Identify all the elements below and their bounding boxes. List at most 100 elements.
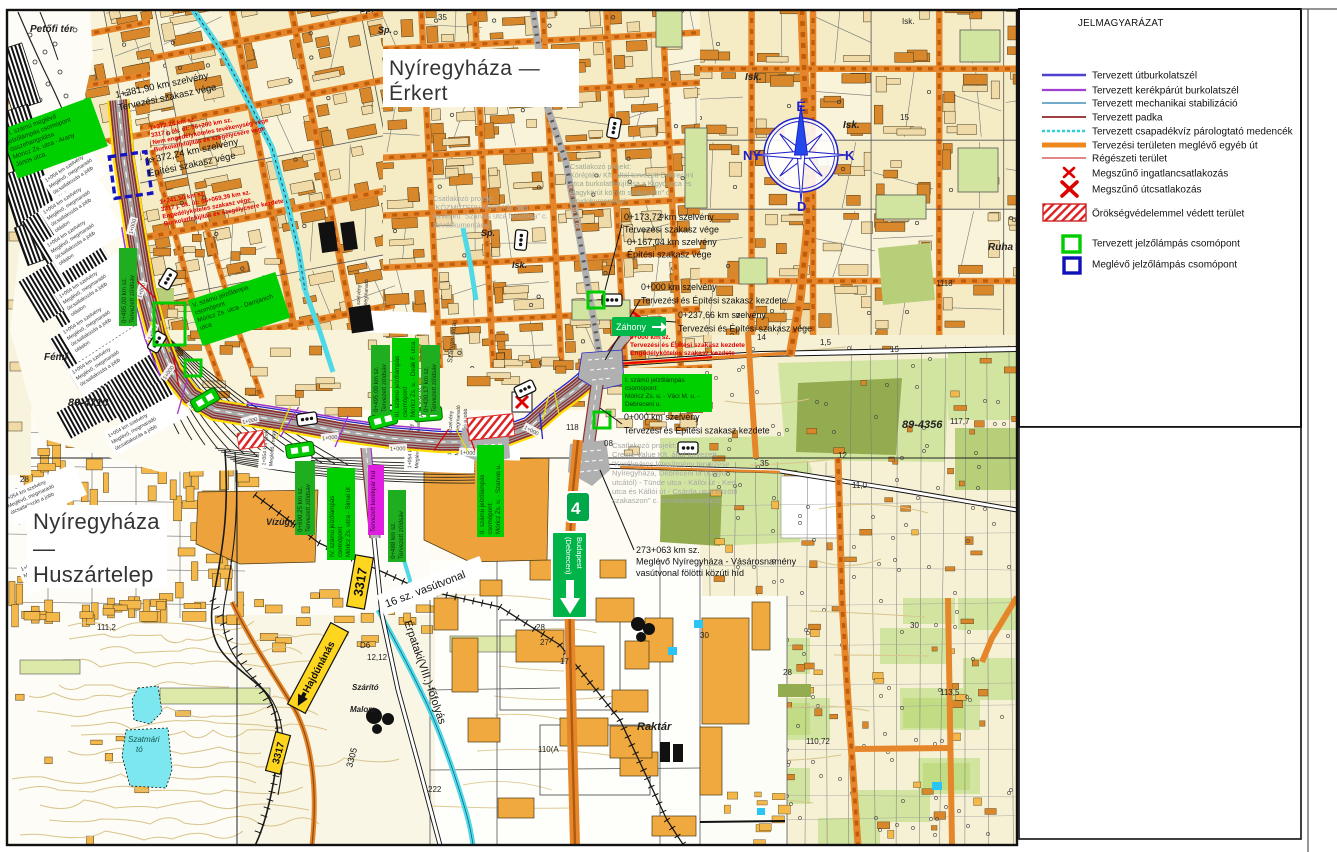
- svg-text:Tervezett kerékpár híd: Tervezett kerékpár híd: [370, 470, 377, 532]
- svg-text:Szárító: Szárító: [352, 683, 379, 692]
- svg-text:JELMAGYARÁZAT: JELMAGYARÁZAT: [1078, 18, 1164, 29]
- svg-text:0+430,17 km sz.: 0+430,17 km sz.: [423, 366, 430, 412]
- svg-text:Megszűnő ingatlancsatlakozás: Megszűnő ingatlancsatlakozás: [1092, 169, 1228, 180]
- svg-text:15: 15: [900, 113, 909, 122]
- svg-text:12,12: 12,12: [367, 653, 388, 662]
- svg-text:Engedélyköteles szakasz kezdet: Engedélyköteles szakasz kezdete: [630, 350, 735, 357]
- svg-text:Isk.: Isk.: [512, 260, 527, 270]
- svg-text:Raktár: Raktár: [637, 721, 672, 733]
- svg-text:12: 12: [838, 451, 847, 460]
- svg-text:Malom: Malom: [350, 705, 375, 714]
- svg-text:Tervezési területen meglévő eg: Tervezési területen meglévő egyéb út: [1092, 141, 1258, 152]
- svg-text:II. számú jelzőlámpás: II. számú jelzőlámpás: [479, 475, 486, 535]
- svg-text:Tervezett zöldsáv: Tervezett zöldsáv: [398, 510, 405, 559]
- svg-text:1118: 1118: [936, 279, 953, 288]
- svg-text:K: K: [845, 148, 855, 163]
- svg-text:0+000 km szelvény: 0+000 km szelvény: [624, 412, 700, 422]
- svg-text:110(A: 110(A: [538, 745, 559, 754]
- svg-text:"KÖZMŰTERV-M'93" Kft. által: "KÖZMŰTERV-M'93" Kft. által: [433, 203, 529, 212]
- svg-text:Tervezett útburkolatszél: Tervezett útburkolatszél: [1092, 71, 1197, 82]
- svg-text:110,72: 110,72: [806, 737, 830, 746]
- svg-text:118: 118: [566, 423, 579, 432]
- svg-text:28: 28: [536, 623, 545, 632]
- svg-text:csomópont:: csomópont:: [487, 502, 494, 534]
- svg-text:Örökségvédelemmel védett terül: Örökségvédelemmel védett terület: [1092, 208, 1245, 220]
- svg-text:szakaszon" c. tervdokumentáció: szakaszon" c. tervdokumentáció: [612, 496, 721, 505]
- svg-text:D: D: [797, 199, 806, 214]
- svg-text:Tervezési és Építési szakasz k: Tervezési és Építési szakasz kezdete: [624, 426, 770, 436]
- svg-text:D6: D6: [360, 641, 371, 650]
- svg-text:0+000 km szelvény: 0+000 km szelvény: [641, 282, 717, 292]
- svg-text:113,5: 113,5: [940, 688, 960, 697]
- svg-text:89-4710: 89-4710: [68, 397, 109, 409]
- svg-text:Create Value Kft. által tervez: Create Value Kft. által tervezett: [612, 450, 717, 459]
- svg-text:I. számú jelzőlámpás: I. számú jelzőlámpás: [625, 377, 685, 384]
- svg-text:30: 30: [700, 631, 709, 640]
- svg-text:IV. számú jelzőlámpás: IV. számú jelzőlámpás: [329, 496, 336, 557]
- svg-text:0+488 km sz.: 0+488 km sz.: [390, 522, 397, 559]
- svg-text:35: 35: [438, 13, 447, 22]
- svg-text:tervezett "Szarvas utca felújí: tervezett "Szarvas utca felújítása" c.: [433, 212, 548, 221]
- svg-text:0+237,66 km szelvény: 0+237,66 km szelvény: [678, 310, 766, 320]
- svg-text:Nyíregyháza, Debreceni út (Kíg: Nyíregyháza, Debreceni út (Kígyó: [612, 469, 726, 478]
- svg-text:Tervezett zöldsáv: Tervezett zöldsáv: [129, 274, 136, 323]
- svg-text:Megszűnő útcsatlakozás: Megszűnő útcsatlakozás: [1092, 185, 1202, 196]
- svg-text:11,0: 11,0: [852, 481, 868, 490]
- svg-text:89-4356: 89-4356: [902, 419, 943, 431]
- svg-text:Móricz Zs. u. - Szarvas u.: Móricz Zs. u. - Szarvas u.: [495, 464, 502, 534]
- svg-text:Csatlakozó projekt:: Csatlakozó projekt:: [612, 441, 677, 450]
- svg-text:Tervezett jelzőlámpás csomópon: Tervezett jelzőlámpás csomópont: [1092, 239, 1240, 250]
- svg-text:222: 222: [428, 785, 442, 794]
- svg-text:1+000: 1+000: [390, 446, 406, 453]
- svg-text:Tervezett kerékpárút burkolats: Tervezett kerékpárút burkolatszél: [1092, 86, 1239, 97]
- svg-text:35: 35: [760, 459, 769, 468]
- svg-text:Tervezési és Építési szakasz v: Tervezési és Építési szakasz vége: [678, 324, 812, 334]
- svg-text:Móricz Zs. u. - Deák F. utca: Móricz Zs. u. - Deák F. utca: [410, 341, 417, 417]
- svg-text:Nyíregyháza —: Nyíregyháza —: [389, 57, 540, 80]
- svg-text:Tervezett zöldsáv: Tervezett zöldsáv: [305, 483, 312, 532]
- svg-text:Móricz Zs. utca - Simai út: Móricz Zs. utca - Simai út: [345, 487, 352, 557]
- svg-text:Isk.: Isk.: [902, 17, 914, 26]
- svg-text:Meglévő Nyíregyháza - Vásárosn: Meglévő Nyíregyháza - Vásárosnamény: [636, 557, 797, 567]
- svg-text:csomópont: csomópont: [402, 386, 409, 417]
- svg-text:Tervezett mechanikai stabilizá: Tervezett mechanikai stabilizáció: [1092, 99, 1238, 110]
- svg-text:Régészeti terület: Régészeti terület: [1092, 154, 1167, 165]
- svg-text:28: 28: [20, 475, 29, 484]
- svg-text:30: 30: [910, 621, 919, 630]
- svg-text:Sp.: Sp.: [481, 228, 495, 238]
- svg-text:Vízügy.: Vízügy.: [266, 517, 297, 527]
- svg-text:III. számú jelzőlámpás: III. számú jelzőlámpás: [394, 356, 401, 417]
- svg-text:Fémf.: Fémf.: [44, 352, 71, 363]
- svg-text:"Kerékpáros létesítmény tervez: "Kerékpáros létesítmény tervezése: [612, 459, 730, 468]
- svg-text:15: 15: [890, 345, 899, 354]
- svg-text:28: 28: [783, 668, 792, 677]
- svg-text:NY: NY: [743, 148, 761, 163]
- svg-text:0+173,72 km szelvény: 0+173,72 km szelvény: [624, 212, 714, 222]
- svg-text:Budapest: Budapest: [575, 537, 584, 570]
- svg-text:Debreceni u.: Debreceni u.: [625, 401, 661, 408]
- svg-text:tervdokumentáció: tervdokumentáció: [570, 196, 627, 205]
- svg-text:vasútvonal fölötti közúti híd: vasútvonal fölötti közúti híd: [636, 568, 744, 578]
- svg-text:Huszártelep: Huszártelep: [33, 562, 154, 587]
- svg-text:0+495,00 km sz.: 0+495,00 km sz.: [121, 277, 128, 323]
- svg-text:Sp.: Sp.: [378, 25, 392, 35]
- svg-text:utcától) - Tünde utca - Kállói: utcától) - Tünde utca - Kállói út - Kert: [612, 478, 737, 487]
- svg-text:14: 14: [757, 333, 766, 342]
- svg-text:É: É: [796, 98, 805, 114]
- svg-text:273+063 km sz.: 273+063 km sz.: [636, 545, 700, 555]
- svg-text:17: 17: [560, 657, 569, 666]
- svg-text:Tervezett csapadékvíz párologt: Tervezett csapadékvíz párologtató medenc…: [1092, 127, 1294, 138]
- svg-text:Szatmári: Szatmári: [128, 735, 160, 744]
- svg-text:Isk.: Isk.: [745, 72, 762, 83]
- svg-text:Tervezési és Építési szakasz k: Tervezési és Építési szakasz kezdete: [630, 340, 745, 349]
- svg-text:Móricz Zs. u. - Váci M. u. -: Móricz Zs. u. - Váci M. u. -: [625, 393, 700, 400]
- svg-text:0+690,25 km sz.: 0+690,25 km sz.: [297, 486, 304, 532]
- svg-text:utca és Kállói út - Csárda utc: utca és Kállói út - Csárda utca közötti: [612, 487, 738, 496]
- svg-text:Meglévő jelzőlámpás csomópont: Meglévő jelzőlámpás csomópont: [1092, 260, 1237, 271]
- svg-text:(Debrecen): (Debrecen): [564, 537, 573, 575]
- svg-text:Tervezési és Építési szakasz k: Tervezési és Építési szakasz kezdete: [641, 296, 787, 306]
- svg-text:Tervezési szakasz vége: Tervezési szakasz vége: [624, 225, 719, 235]
- svg-text:111,2: 111,2: [97, 623, 116, 632]
- svg-text:csomópont: csomópont: [337, 526, 344, 557]
- svg-text:Petőfi tér: Petőfi tér: [30, 24, 74, 35]
